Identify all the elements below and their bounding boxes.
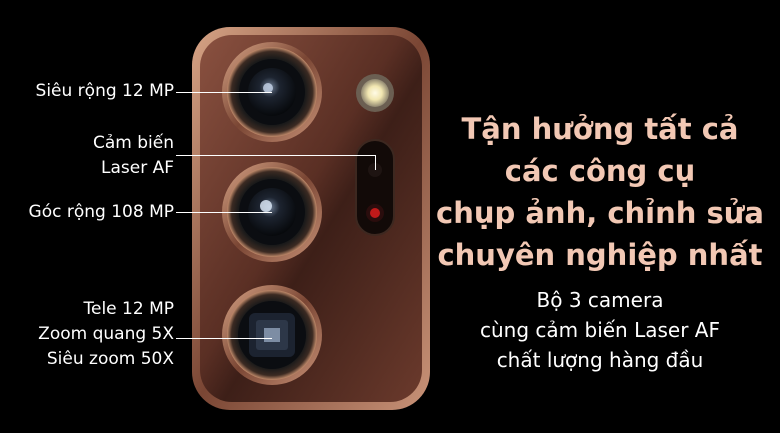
laser-af-label: Cảm biến Laser AF — [93, 131, 174, 181]
tele-leader — [176, 338, 272, 339]
tele-label-line1: Tele 12 MP — [83, 299, 175, 319]
subtext-line-2: cùng cảm biến Laser AF — [480, 318, 720, 342]
ultrawide-label-text: Siêu rộng 12 MP — [35, 81, 174, 101]
wide-leader — [176, 212, 272, 213]
tele-lens — [222, 285, 322, 385]
ultrawide-leader — [176, 92, 272, 93]
subtext: Bộ 3 camera cùng cảm biến Laser AF chất … — [440, 285, 760, 375]
subtext-line-1: Bộ 3 camera — [536, 288, 664, 312]
laser-leader — [176, 155, 376, 156]
headline: Tận hưởng tất cả các công cụ chụp ảnh, c… — [430, 108, 770, 276]
wide-label: Góc rộng 108 MP — [29, 200, 174, 225]
headline-line-2: các công cụ — [504, 154, 696, 188]
wide-label-text: Góc rộng 108 MP — [28, 202, 174, 222]
headline-line-3: chụp ảnh, chỉnh sửa — [436, 196, 764, 230]
laser-label-line2: Laser AF — [100, 158, 174, 178]
tele-label: Tele 12 MP Zoom quang 5X Siêu zoom 50X — [38, 297, 174, 372]
laser-label-line1: Cảm biến — [93, 133, 174, 153]
tele-label-line3: Siêu zoom 50X — [46, 349, 174, 369]
ultrawide-label: Siêu rộng 12 MP — [36, 79, 174, 104]
flash-icon — [356, 74, 394, 112]
subtext-line-3: chất lượng hàng đầu — [496, 348, 704, 372]
product-banner: Siêu rộng 12 MP Cảm biến Laser AF Góc rộ… — [0, 0, 780, 433]
headline-line-1: Tận hưởng tất cả — [461, 112, 739, 146]
laser-leader-drop — [375, 155, 376, 170]
tele-label-line2: Zoom quang 5X — [38, 324, 174, 344]
headline-line-4: chuyên nghiệp nhất — [437, 238, 763, 272]
